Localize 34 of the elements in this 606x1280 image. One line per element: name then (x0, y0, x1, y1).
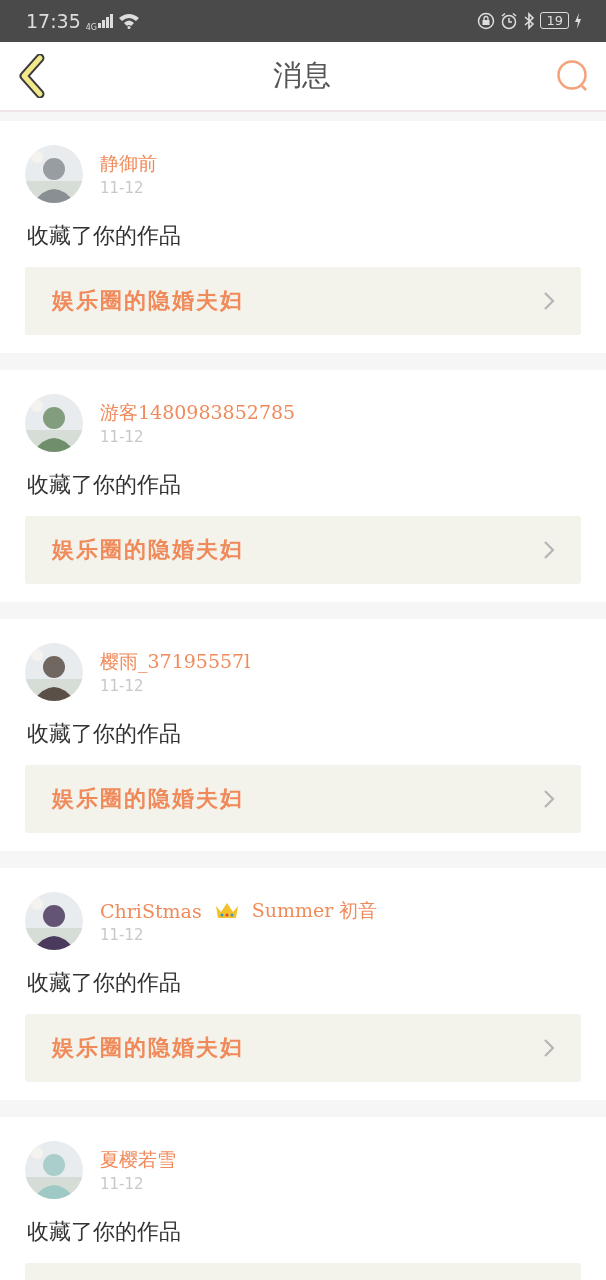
message-text: 收藏了你的作品 (27, 471, 182, 500)
page-title: 消息 (273, 56, 331, 94)
work-title: 娱乐圈的隐婚夫妇 (52, 785, 244, 814)
wifi-icon (118, 12, 141, 29)
message-text: 收藏了你的作品 (27, 222, 182, 251)
work-link[interactable]: 娱乐圈的隐婚夫妇 (25, 1014, 581, 1083)
user-name: 静御前 (100, 151, 157, 177)
alarm-icon (500, 11, 519, 30)
user-name: 樱雨_37195557l (100, 649, 251, 675)
work-title: 娱乐圈的隐婚夫妇 (52, 536, 244, 565)
user-name: 游客1480983852785 (100, 400, 296, 426)
user-name: ChriStmas (100, 900, 202, 923)
search-icon[interactable] (556, 58, 590, 93)
bluetooth-icon (523, 11, 536, 30)
work-link[interactable]: 娱乐圈的隐婚夫妇 (25, 516, 581, 585)
chevron-icon (543, 789, 555, 810)
lock-rotation-icon (477, 11, 496, 30)
chevron-icon (543, 540, 555, 561)
message-text: 收藏了你的作品 (27, 1218, 182, 1247)
clock-time: 17:35 (26, 9, 81, 32)
message-text: 收藏了你的作品 (27, 969, 182, 998)
user-name: Summer 初音 (251, 898, 378, 924)
chevron-icon (543, 1038, 555, 1059)
work-link[interactable]: 娱乐圈的隐婚夫妇 (25, 765, 581, 834)
work-title: 娱乐圈的隐婚夫妇 (52, 287, 244, 316)
work-link[interactable]: 娱乐圈的隐婚夫妇 (25, 267, 581, 336)
charging-icon (574, 12, 582, 29)
network-label: 4G (85, 23, 98, 33)
message-text: 收藏了你的作品 (27, 720, 182, 749)
signal-icon (97, 13, 114, 28)
work-title: 娱乐圈的隐婚夫妇 (52, 1034, 244, 1063)
user-name: 夏樱若雪 (100, 1147, 176, 1173)
chevron-icon (543, 291, 555, 312)
battery-indicator: 19 (540, 12, 569, 30)
